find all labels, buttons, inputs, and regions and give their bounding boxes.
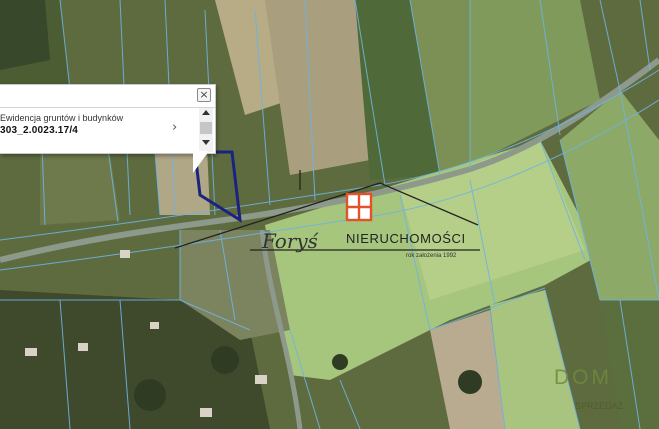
layer-title: Ewidencja gruntów i budynków bbox=[0, 113, 124, 123]
scroll-down-icon[interactable] bbox=[202, 140, 210, 145]
parcel-info-popup: × Ewidencja gruntów i budynków 303_2.002… bbox=[0, 84, 216, 154]
dom-logo: DOM bbox=[554, 366, 612, 389]
scroll-up-icon[interactable] bbox=[202, 110, 210, 115]
map-canvas[interactable] bbox=[0, 0, 659, 429]
watermark-company: NIERUCHOMOŚCI bbox=[346, 231, 466, 246]
dom-logo-subtitle: SPRZEDAŻ bbox=[575, 401, 624, 411]
watermark-founded: rok założenia 1992 bbox=[406, 253, 457, 259]
scroll-thumb[interactable] bbox=[200, 122, 212, 134]
location-marker-icon bbox=[345, 192, 373, 222]
close-icon[interactable]: × bbox=[197, 88, 211, 102]
next-arrow-icon[interactable]: › bbox=[172, 120, 177, 135]
popup-divider bbox=[0, 107, 215, 108]
parcel-id: 303_2.0023.17/4 bbox=[0, 125, 79, 136]
popup-pointer bbox=[193, 151, 209, 173]
forest-patch bbox=[0, 0, 50, 70]
watermark-script-name: Foryś bbox=[262, 229, 318, 253]
popup-scrollbar[interactable] bbox=[199, 108, 213, 152]
